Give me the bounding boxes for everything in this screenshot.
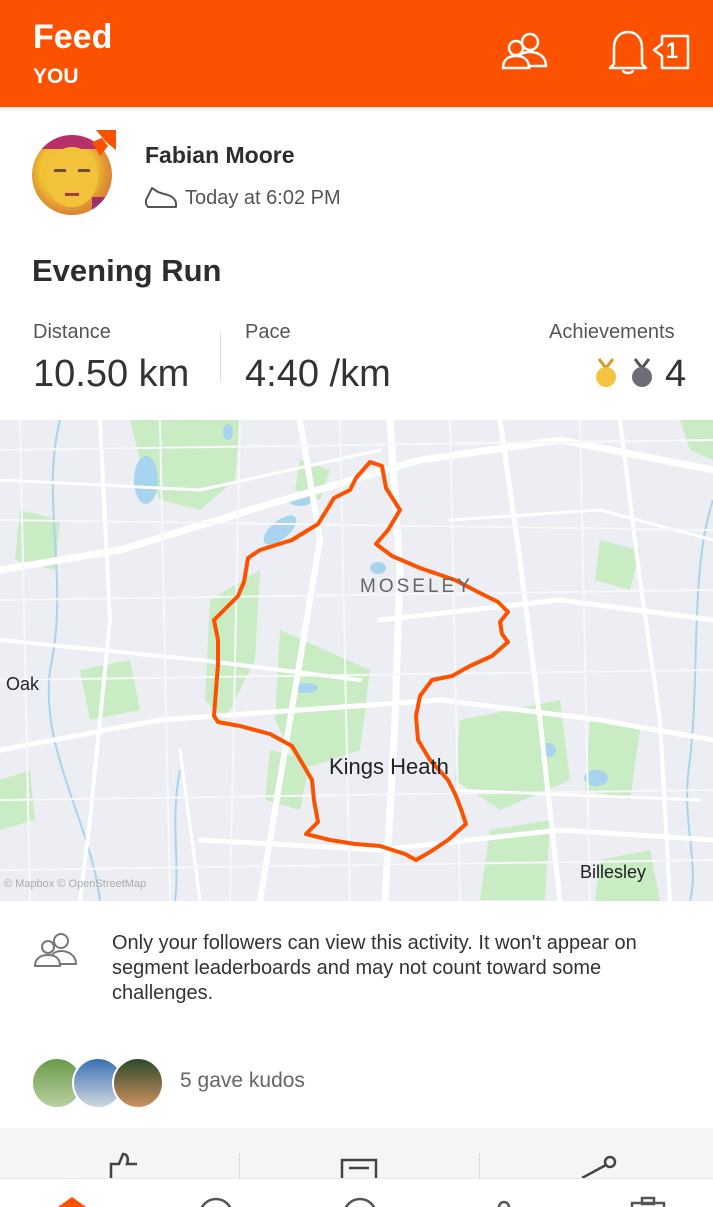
- bottom-nav-bar: [0, 1178, 713, 1207]
- tab-groups-icon[interactable]: [484, 1193, 524, 1207]
- followers-only-icon: [33, 933, 78, 967]
- map-label-kings-heath: Kings Heath: [329, 754, 449, 779]
- premium-badge-icon: [92, 130, 116, 156]
- achievements-count: 4: [665, 353, 687, 395]
- route-map[interactable]: MOSELEY Kings Heath Billesley Oak © Mapb…: [0, 420, 713, 901]
- privacy-notice: Only your followers can view this activi…: [112, 932, 637, 1004]
- silver-medal-icon: [632, 358, 652, 387]
- gold-medal-icon: [596, 358, 616, 387]
- map-label-moseley: MOSELEY: [360, 576, 473, 597]
- achievements-label: Achievements: [549, 321, 675, 343]
- activity-timestamp: Today at 6:02 PM: [185, 187, 341, 209]
- notification-count-badge: 1: [665, 38, 679, 63]
- map-label-billesley: Billesley: [580, 862, 647, 882]
- map-attribution[interactable]: © Mapbox © OpenStreetMap: [4, 878, 146, 890]
- map-label-oak: Oak: [6, 674, 40, 694]
- tab-profile-icon[interactable]: [628, 1193, 668, 1207]
- kudos-thumbs-up-icon[interactable]: [103, 1152, 143, 1178]
- distance-value: 10.50 km: [33, 353, 190, 395]
- top-bar-shadow: [0, 107, 713, 113]
- feed-filter-you[interactable]: YOU: [33, 65, 79, 89]
- stats-divider: [220, 332, 221, 382]
- pace-value: 4:40 /km: [245, 353, 391, 395]
- athlete-name[interactable]: Fabian Moore: [145, 142, 295, 169]
- tab-record-icon[interactable]: [340, 1193, 380, 1207]
- kudo-avatar[interactable]: [112, 1057, 164, 1109]
- tab-explore-icon[interactable]: [196, 1193, 236, 1207]
- kudos-count[interactable]: 5 gave kudos: [180, 1069, 305, 1093]
- distance-label: Distance: [33, 321, 111, 343]
- find-friends-icon[interactable]: [500, 30, 552, 72]
- tab-feed-home-icon[interactable]: [52, 1193, 92, 1207]
- comment-icon[interactable]: [339, 1152, 379, 1178]
- top-app-bar: Feed YOU 1: [0, 0, 713, 107]
- run-shoe-icon: [145, 187, 177, 208]
- pace-label: Pace: [245, 321, 291, 343]
- map-graphic: [0, 420, 713, 901]
- page-title: Feed: [33, 18, 113, 56]
- route-line: [212, 460, 510, 862]
- share-icon[interactable]: [578, 1152, 618, 1178]
- activity-title[interactable]: Evening Run: [32, 253, 221, 289]
